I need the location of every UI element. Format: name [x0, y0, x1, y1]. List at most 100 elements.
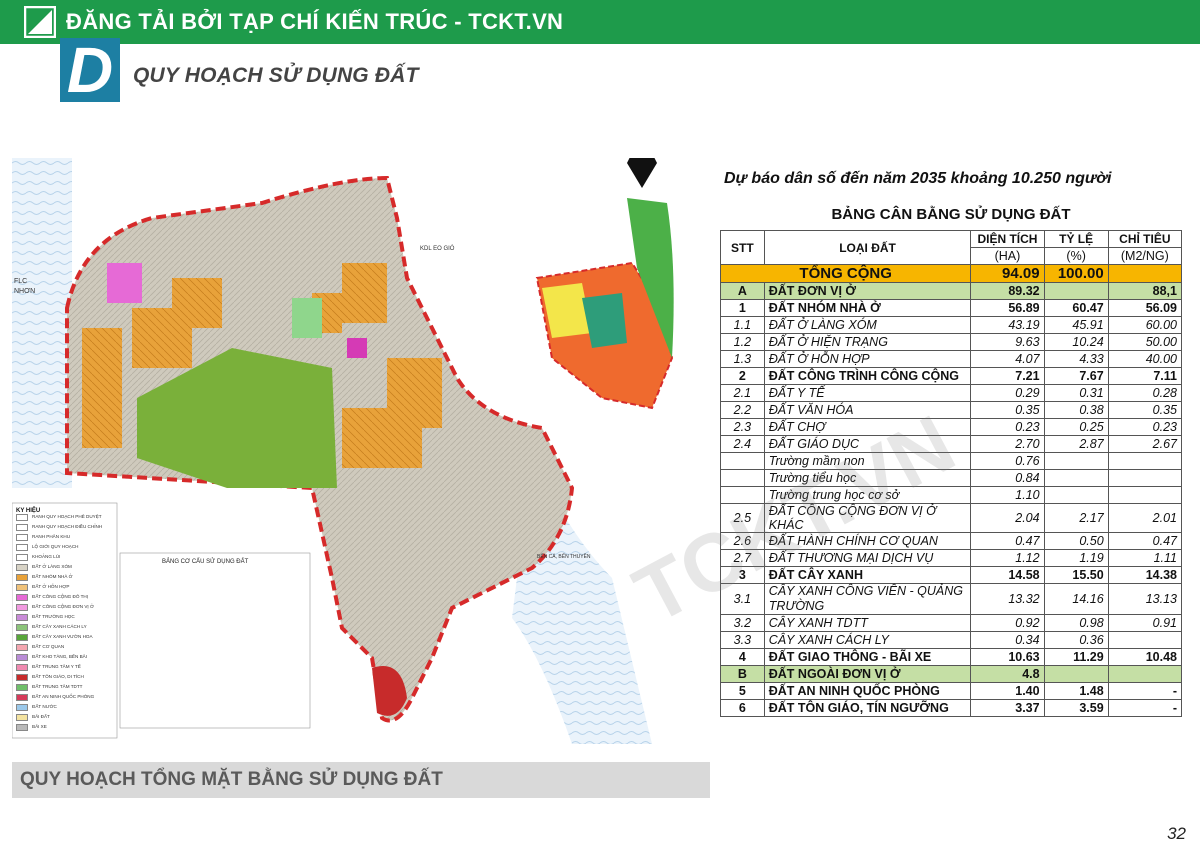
table-row: 3.1 CÂY XANH CÔNG VIÊN - QUẢNG TRƯỜNG 13.3…	[720, 583, 1183, 615]
cell-dien-tich: 1.40	[970, 682, 1045, 700]
cell-chi-tieu: 88,1	[1107, 282, 1183, 300]
place-label-flc: FLC	[14, 278, 27, 285]
cell-dien-tich: 0.84	[970, 469, 1045, 487]
unit-chi-tieu: (M2/NG)	[1107, 247, 1183, 265]
cell-ty-le: 2.87	[1043, 435, 1109, 453]
table-row: 3.2 CÂY XANH TDTT 0.92 0.98 0.91	[720, 614, 1183, 632]
header-ty-le: TỶ LỆ	[1043, 230, 1109, 248]
legend-swatch	[16, 703, 28, 711]
table-row: 2.2 ĐẤT VĂN HÓA 0.35 0.38 0.35	[720, 401, 1183, 419]
legend-label: ĐẤT Ở HỖN HỢP	[32, 584, 70, 589]
cell-loai-dat: ĐẤT Y TẾ	[763, 384, 972, 402]
cell-dien-tich: 13.32	[970, 583, 1045, 615]
legend-swatch	[16, 663, 28, 671]
legend-swatch	[16, 583, 28, 591]
cell-dien-tich: 89.32	[970, 282, 1045, 300]
cell-dien-tich: 0.34	[970, 631, 1045, 649]
legend-label: BÃI XE	[32, 724, 47, 729]
cell-chi-tieu: 0.47	[1107, 532, 1183, 550]
map-small-table	[119, 552, 311, 729]
legend-label: ĐẤT TRUNG TÂM Y TẾ	[32, 664, 81, 669]
legend-item: RANH PHÂN KHU	[16, 532, 116, 542]
place-label-kdl: KDL EO GIÓ	[420, 245, 455, 252]
cell-loai-dat: ĐẤT Ở HIỆN TRẠNG	[763, 333, 972, 351]
cell-ty-le: 4.33	[1043, 350, 1109, 368]
balance-table-title: BẢNG CÂN BẰNG SỬ DỤNG ĐẤT	[831, 206, 1071, 223]
cell-chi-tieu: 2.67	[1107, 435, 1183, 453]
total-label: TỔNG CỘNG	[719, 264, 972, 283]
legend-swatch	[16, 653, 28, 661]
cell-ty-le: 0.98	[1043, 614, 1109, 632]
cell-stt	[720, 469, 765, 487]
cell-dien-tich: 4.8	[970, 665, 1045, 683]
cell-ty-le: 0.31	[1043, 384, 1109, 402]
cell-chi-tieu: 0.91	[1107, 614, 1183, 632]
cell-loai-dat: ĐẤT Ở HỖN HỢP	[763, 350, 972, 368]
table-row: 5 ĐẤT AN NINH QUỐC PHÒNG 1.40 1.48-	[720, 682, 1183, 700]
total-dien-tich: 94.09	[970, 264, 1045, 283]
legend-label: ĐẤT CÔNG CỘNG ĐÔ THỊ	[32, 594, 88, 599]
cell-loai-dat: ĐẤT NGOÀI ĐƠN VỊ Ở	[763, 665, 972, 683]
cell-chi-tieu: 50.00	[1107, 333, 1183, 351]
table-row: 3.3 CÂY XANH CÁCH LY 0.34 0.36	[720, 631, 1183, 649]
tckt-logo-icon	[24, 6, 56, 38]
legend-swatch	[16, 673, 28, 681]
legend-item: ĐẤT TRƯỜNG HỌC	[16, 612, 116, 622]
legend-item: ĐẤT CÂY XANH VƯỜN HOA	[16, 632, 116, 642]
legend-swatch	[16, 593, 28, 601]
cell-stt	[720, 452, 765, 470]
table-row: 1.1 ĐẤT Ở LÀNG XÓM 43.19 45.91 60.00	[720, 316, 1183, 334]
header-chi-tieu: CHỈ TIÊU	[1107, 230, 1183, 248]
place-label-nhon: NHƠN	[14, 288, 35, 295]
residential-block	[172, 278, 222, 328]
cell-dien-tich: 1.10	[970, 486, 1045, 504]
unit-dien-tich: (HA)	[970, 247, 1045, 265]
legend-label: ĐẤT CÔNG CỘNG ĐƠN VỊ Ở	[32, 604, 94, 609]
cell-loai-dat: ĐẤT CÔNG TRÌNH CÔNG CỘNG	[763, 367, 972, 385]
cell-stt: 2.3	[720, 418, 765, 436]
legend-list: RANH QUY HOẠCH PHÊ DUYỆT RANH QUY HOẠCH Đ…	[16, 512, 116, 732]
table-total-row: TỔNG CỘNG 94.09 100.00	[719, 264, 1183, 283]
cell-chi-tieu	[1107, 452, 1183, 470]
legend-swatch	[16, 643, 28, 651]
cell-loai-dat: CÂY XANH CÔNG VIÊN - QUẢNG TRƯỜNG	[763, 583, 972, 615]
legend-item: KHOẢNG LÙI	[16, 552, 116, 562]
legend-item: ĐẤT NHÓM NHÀ Ở	[16, 572, 116, 582]
legend-label: RANH PHÂN KHU	[32, 534, 71, 539]
land-use-map: B BẢNG CƠ CẤU SỬ DỤNG ĐẤT FLC NHƠN KDL E…	[11, 120, 712, 744]
cell-stt: A	[720, 282, 765, 300]
cell-ty-le: 11.29	[1043, 648, 1109, 666]
sports-green-block	[292, 298, 322, 338]
section-title: QUY HOẠCH SỬ DỤNG ĐẤT	[133, 64, 419, 87]
cell-chi-tieu: 60.00	[1107, 316, 1183, 334]
cell-ty-le	[1043, 282, 1109, 300]
cell-chi-tieu: 10.48	[1107, 648, 1183, 666]
cell-ty-le: 1.48	[1043, 682, 1109, 700]
cell-chi-tieu: -	[1107, 682, 1183, 700]
banner-text: ĐĂNG TẢI BỞI TẠP CHÍ KIẾN TRÚC - TCKT.VN	[66, 9, 564, 34]
table-row: 1.2 ĐẤT Ở HIỆN TRẠNG 9.63 10.24 50.00	[720, 333, 1183, 351]
cell-loai-dat: ĐẤT TÔN GIÁO, TÍN NGƯỠNG	[763, 699, 972, 717]
legend-label: ĐẤT CÂY XANH CÁCH LY	[32, 624, 87, 629]
legend-label: ĐẤT TRUNG TÂM TDTT	[32, 684, 83, 689]
legend-item: ĐẤT CÔNG CỘNG ĐƠN VỊ Ở	[16, 602, 116, 612]
cell-ty-le: 0.38	[1043, 401, 1109, 419]
cell-stt: 2.2	[720, 401, 765, 419]
legend-label: ĐẤT NƯỚC	[32, 704, 57, 709]
cell-chi-tieu: 2.01	[1107, 503, 1183, 533]
cell-loai-dat: ĐẤT VĂN HÓA	[763, 401, 972, 419]
legend-label: RANH QUY HOẠCH ĐIỀU CHỈNH	[32, 524, 103, 529]
cell-ty-le	[1043, 452, 1109, 470]
sea-area-left	[12, 158, 72, 488]
cell-dien-tich: 7.21	[970, 367, 1045, 385]
cell-chi-tieu	[1107, 486, 1183, 504]
cell-chi-tieu: 14.38	[1107, 566, 1183, 584]
table-header-row: STT LOẠI ĐẤT DIỆN TÍCH TỶ LỆ CHỈ TIÊU	[720, 230, 1183, 265]
legend-swatch	[16, 543, 28, 551]
cell-dien-tich: 10.63	[970, 648, 1045, 666]
residential-block	[82, 328, 122, 448]
cell-stt: 3.3	[720, 631, 765, 649]
cell-dien-tich: 2.04	[970, 503, 1045, 533]
legend-label: ĐẤT NHÓM NHÀ Ở	[32, 574, 73, 579]
cell-chi-tieu: 0.23	[1107, 418, 1183, 436]
